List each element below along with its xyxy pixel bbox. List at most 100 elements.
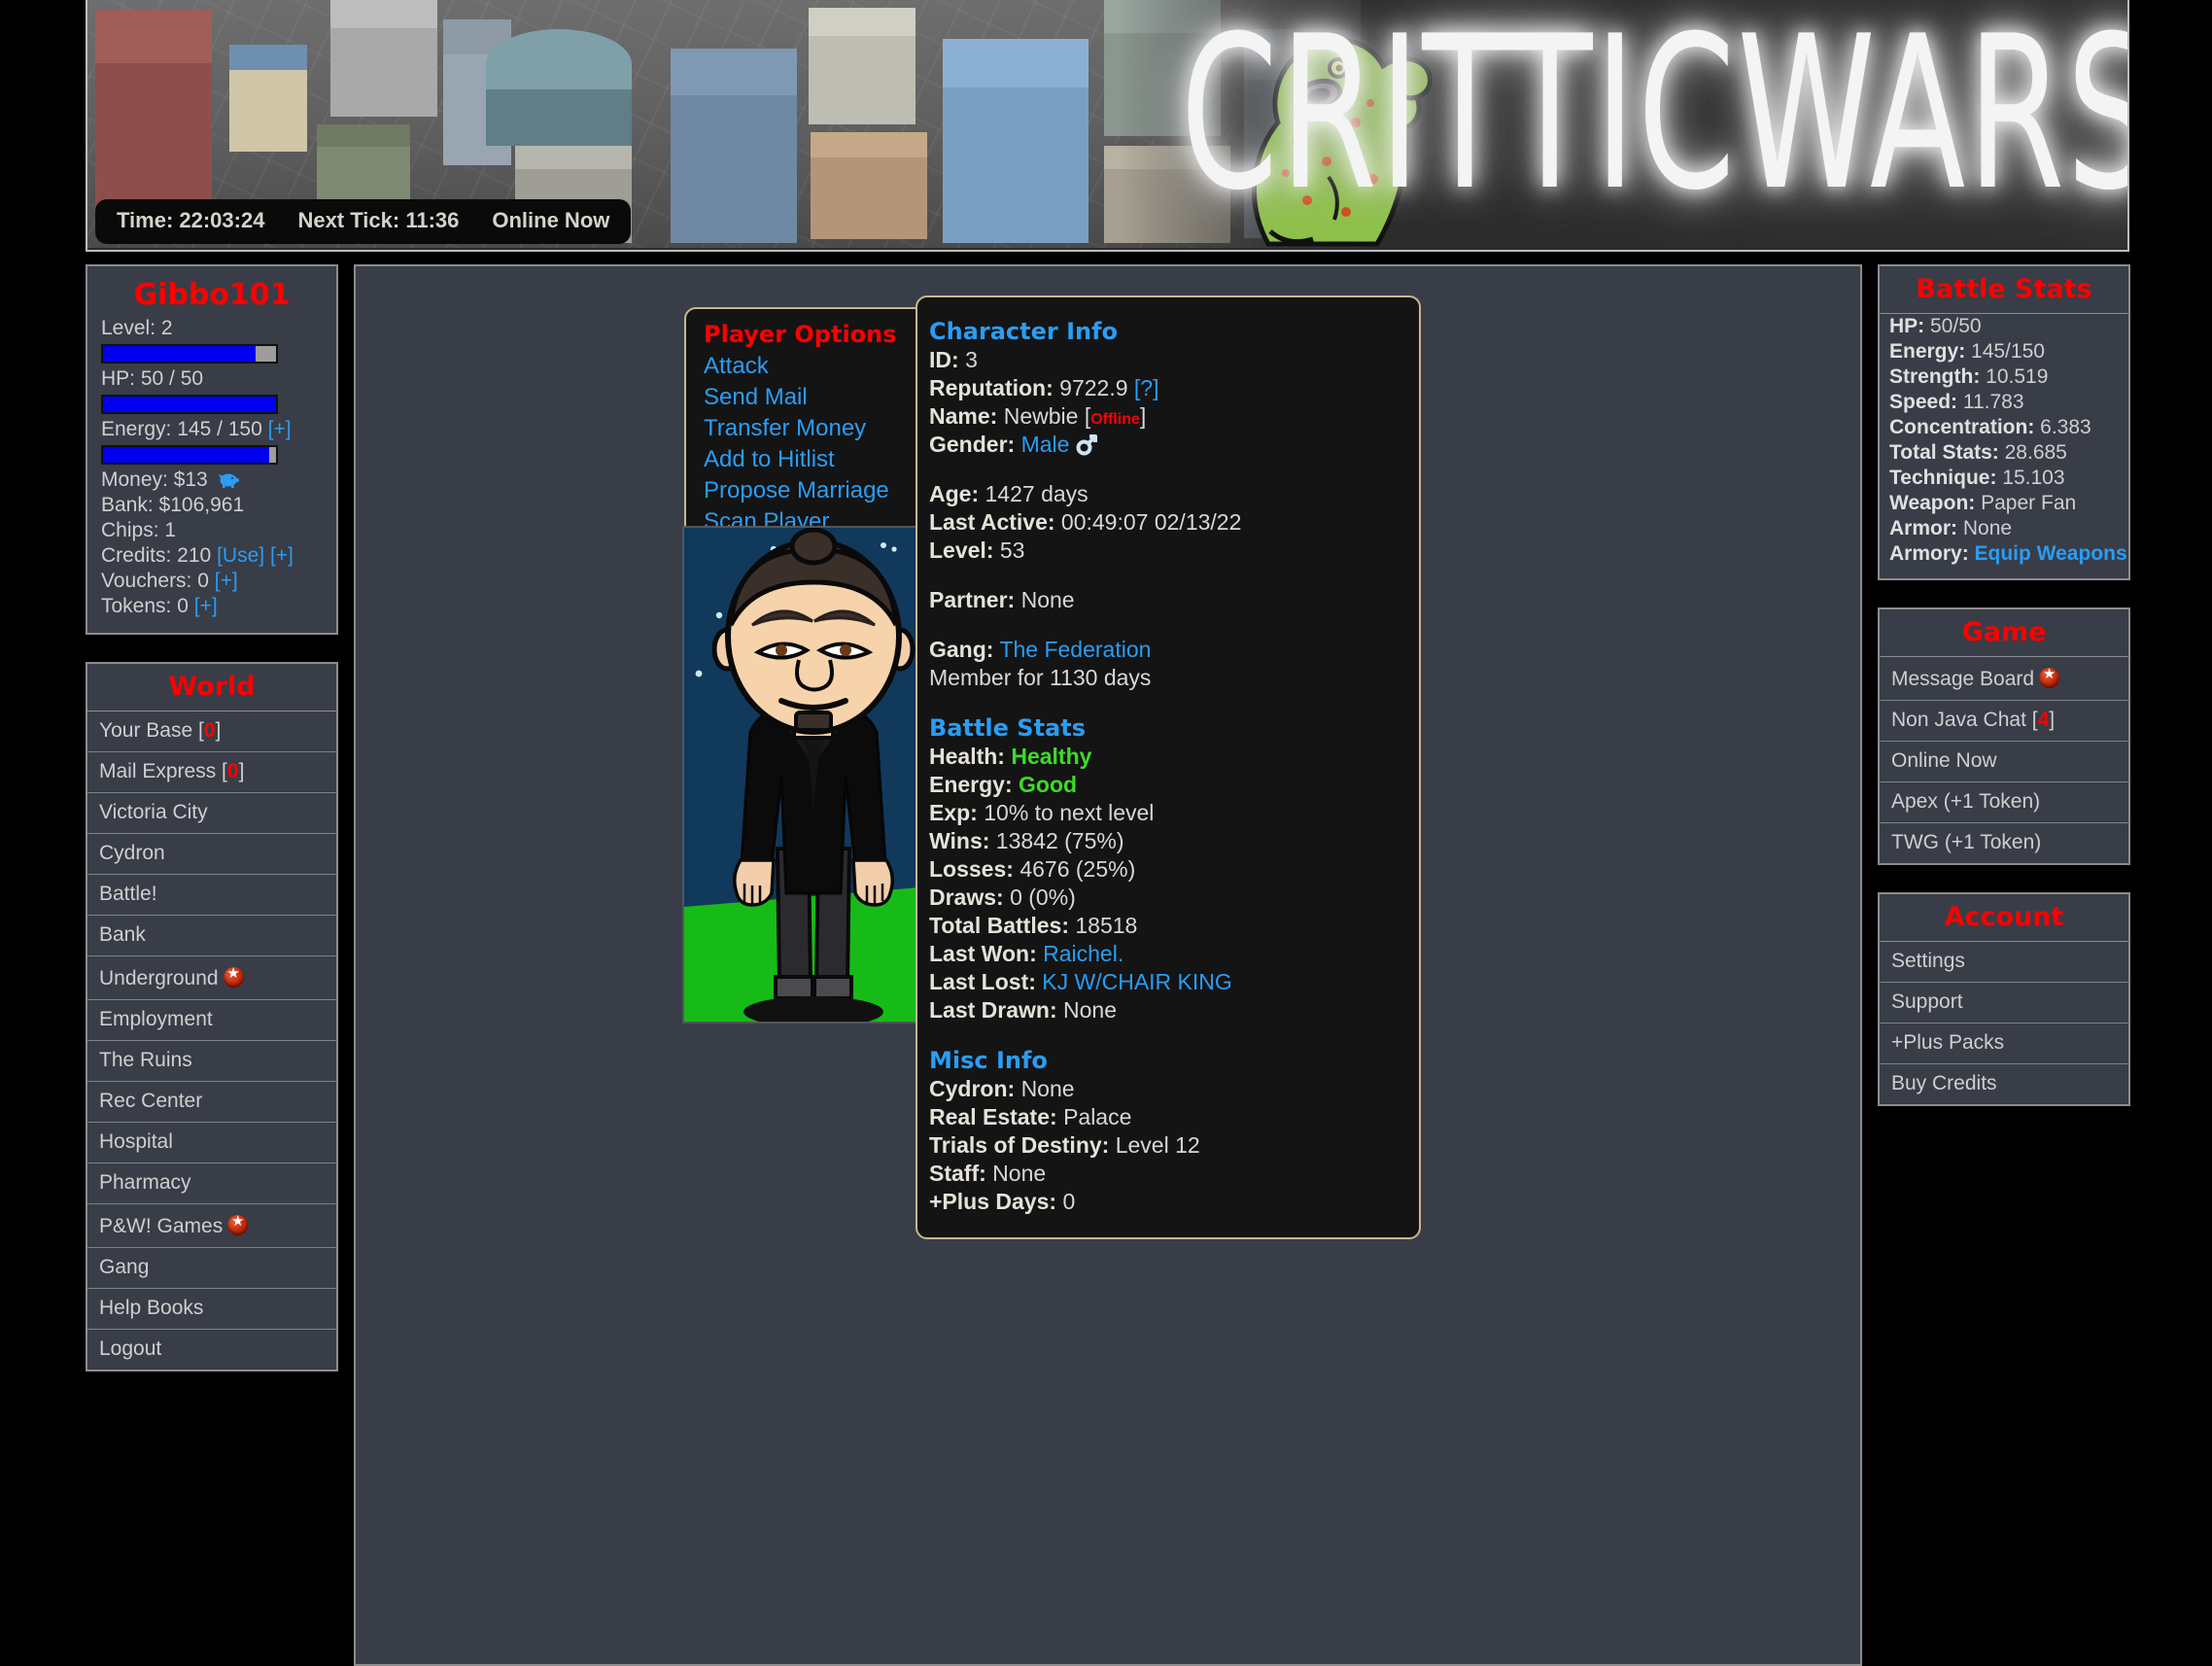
credits-plus-link[interactable]: [+]: [270, 544, 294, 567]
tokens-plus-link[interactable]: [+]: [194, 595, 218, 617]
player-stats-panel: Gibbo101 Level: 2 HP: 50 / 50 Energy: 14…: [86, 264, 338, 635]
char-id-value: 3: [965, 347, 978, 372]
account-item-buy-credits[interactable]: Buy Credits: [1880, 1064, 2128, 1104]
menu-item-label: Help Books: [99, 1297, 204, 1319]
sidebar-item-the-ruins[interactable]: The Ruins: [87, 1041, 336, 1082]
battle-stats-title: Battle Stats: [1880, 266, 2128, 314]
char-energy-value: Good: [1019, 772, 1078, 797]
menu-item-label: Underground: [99, 967, 219, 989]
sidebar-item-underground[interactable]: Underground: [87, 956, 336, 1000]
char-gender-row: Gender: Male: [917, 431, 1419, 459]
player-options-title: Player Options: [704, 321, 897, 348]
sidebar-item-bank[interactable]: Bank: [87, 916, 336, 956]
battle-stat-label: Total Stats:: [1889, 441, 1999, 464]
char-real-estate-row: Real Estate: Palace: [917, 1103, 1419, 1131]
online-now-link[interactable]: Online Now: [492, 208, 609, 233]
player-bank: Bank: $106,961: [101, 494, 245, 516]
char-plus-days-row: +Plus Days: 0: [917, 1188, 1419, 1216]
sidebar-item-rec-center[interactable]: Rec Center: [87, 1082, 336, 1123]
game-item-twg-1-token[interactable]: TWG (+1 Token): [1880, 823, 2128, 863]
char-last-drawn-row: Last Drawn: None: [917, 996, 1419, 1024]
player-option-transfer-money[interactable]: Transfer Money: [686, 413, 939, 444]
battle-stat-label: Armor:: [1889, 517, 1958, 539]
menu-item-label: P&W! Games: [99, 1215, 224, 1237]
char-health-row: Health: Healthy: [917, 743, 1419, 771]
battle-stat-weapon: Weapon: Paper Fan: [1880, 491, 2128, 516]
char-age-label: Age:: [929, 481, 980, 506]
credits-text: Credits: 210: [101, 544, 212, 567]
char-cydron-row: Cydron: None: [917, 1075, 1419, 1103]
player-option-send-mail[interactable]: Send Mail: [686, 382, 939, 413]
char-losses-label: Losses:: [929, 856, 1014, 882]
sidebar-item-cydron[interactable]: Cydron: [87, 834, 336, 875]
credits-use-link[interactable]: [Use]: [217, 544, 264, 567]
star-badge-icon: [223, 963, 244, 988]
sidebar-item-help-books[interactable]: Help Books: [87, 1289, 336, 1330]
vouchers-plus-link[interactable]: [+]: [215, 570, 238, 592]
vouchers-text: Vouchers: 0: [101, 570, 209, 592]
menu-item-label: Logout: [99, 1337, 162, 1360]
sidebar-item-your-base[interactable]: Your Base [0]: [87, 712, 336, 752]
sidebar-item-p-w-games[interactable]: P&W! Games: [87, 1204, 336, 1248]
player-options-list: Attack Send Mail Transfer Money Add to Hitl…: [686, 351, 939, 538]
menu-item-label: Gang: [99, 1256, 150, 1278]
game-item-online-now[interactable]: Online Now: [1880, 742, 2128, 782]
menu-item-count: [0]: [192, 719, 222, 742]
building: [671, 49, 797, 243]
account-item-settings[interactable]: Settings: [1880, 942, 2128, 983]
char-name-label: Name:: [929, 403, 998, 429]
right-sidebar: Battle Stats HP: 50/50 Energy: 145/150 Str…: [1878, 264, 2130, 1133]
char-partner-label: Partner:: [929, 587, 1016, 612]
char-total-battles-row: Total Battles: 18518: [917, 912, 1419, 940]
energy-plus-link[interactable]: [+]: [268, 418, 292, 440]
character-info-card: Character Info ID: 3 Reputation: 9722.9 …: [916, 295, 1421, 1239]
menu-item-label: Hospital: [99, 1130, 173, 1153]
battle-stat-label: Strength:: [1889, 365, 1981, 388]
battle-stat-label: Concentration:: [1889, 416, 2035, 438]
player-option-add-to-hitlist[interactable]: Add to Hitlist: [686, 444, 939, 475]
player-option-propose-marriage[interactable]: Propose Marriage: [686, 475, 939, 506]
game-item-non-java-chat[interactable]: Non Java Chat [4]: [1880, 701, 2128, 742]
sidebar-item-employment[interactable]: Employment: [87, 1000, 336, 1041]
tokens-text: Tokens: 0: [101, 595, 189, 617]
char-last-lost-link[interactable]: KJ W/CHAIR KING: [1042, 969, 1232, 994]
char-health-label: Health:: [929, 744, 1005, 769]
char-reputation-row: Reputation: 9722.9 [?]: [917, 374, 1419, 402]
char-last-won-link[interactable]: Raichel.: [1043, 941, 1123, 966]
player-vouchers: Vouchers: 0 [+]: [87, 569, 336, 594]
building: [229, 45, 307, 152]
energy-text: Energy: 145 / 150: [101, 418, 262, 440]
building: [330, 0, 437, 117]
sidebar-item-pharmacy[interactable]: Pharmacy: [87, 1163, 336, 1204]
battle-stat-speed: Speed: 11.783: [1880, 390, 2128, 415]
sidebar-item-battle[interactable]: Battle!: [87, 875, 336, 916]
star-badge-icon: [227, 1211, 249, 1235]
sidebar-item-victoria-city[interactable]: Victoria City: [87, 793, 336, 834]
sidebar-item-gang[interactable]: Gang: [87, 1248, 336, 1289]
char-gang-link[interactable]: The Federation: [999, 637, 1151, 662]
server-time: Time: 22:03:24: [117, 208, 265, 232]
site-logo: CRITTICWARS: [1180, 0, 2129, 238]
sidebar-item-mail-express[interactable]: Mail Express [0]: [87, 752, 336, 793]
char-rep-label: Reputation:: [929, 375, 1054, 400]
battle-stat-label: Speed:: [1889, 391, 1958, 413]
char-real-estate-value: Palace: [1063, 1104, 1132, 1129]
char-staff-value: None: [992, 1161, 1047, 1186]
game-item-message-board[interactable]: Message Board: [1880, 657, 2128, 701]
sidebar-item-logout[interactable]: Logout: [87, 1330, 336, 1370]
game-item-apex-1-token[interactable]: Apex (+1 Token): [1880, 782, 2128, 823]
reputation-help-link[interactable]: [?]: [1134, 375, 1159, 400]
battle-stat-value[interactable]: Equip Weapons: [1969, 542, 2127, 565]
player-option-attack[interactable]: Attack: [686, 351, 939, 382]
sidebar-item-hospital[interactable]: Hospital: [87, 1123, 336, 1163]
account-item-plus-packs[interactable]: +Plus Packs: [1880, 1024, 2128, 1064]
char-staff-row: Staff: None: [917, 1160, 1419, 1188]
char-plus-days-value: 0: [1062, 1189, 1076, 1214]
account-item-support[interactable]: Support: [1880, 983, 2128, 1024]
battle-stat-concentration: Concentration: 6.383: [1880, 415, 2128, 440]
account-menu-list: Settings Support +Plus Packs Buy Credits: [1880, 942, 2128, 1104]
battle-stat-strength: Strength: 10.519: [1880, 364, 2128, 390]
char-exp-label: Exp:: [929, 800, 978, 825]
char-draws-row: Draws: 0 (0%): [917, 884, 1419, 912]
battle-stats-panel: Battle Stats HP: 50/50 Energy: 145/150 Str…: [1878, 264, 2130, 580]
